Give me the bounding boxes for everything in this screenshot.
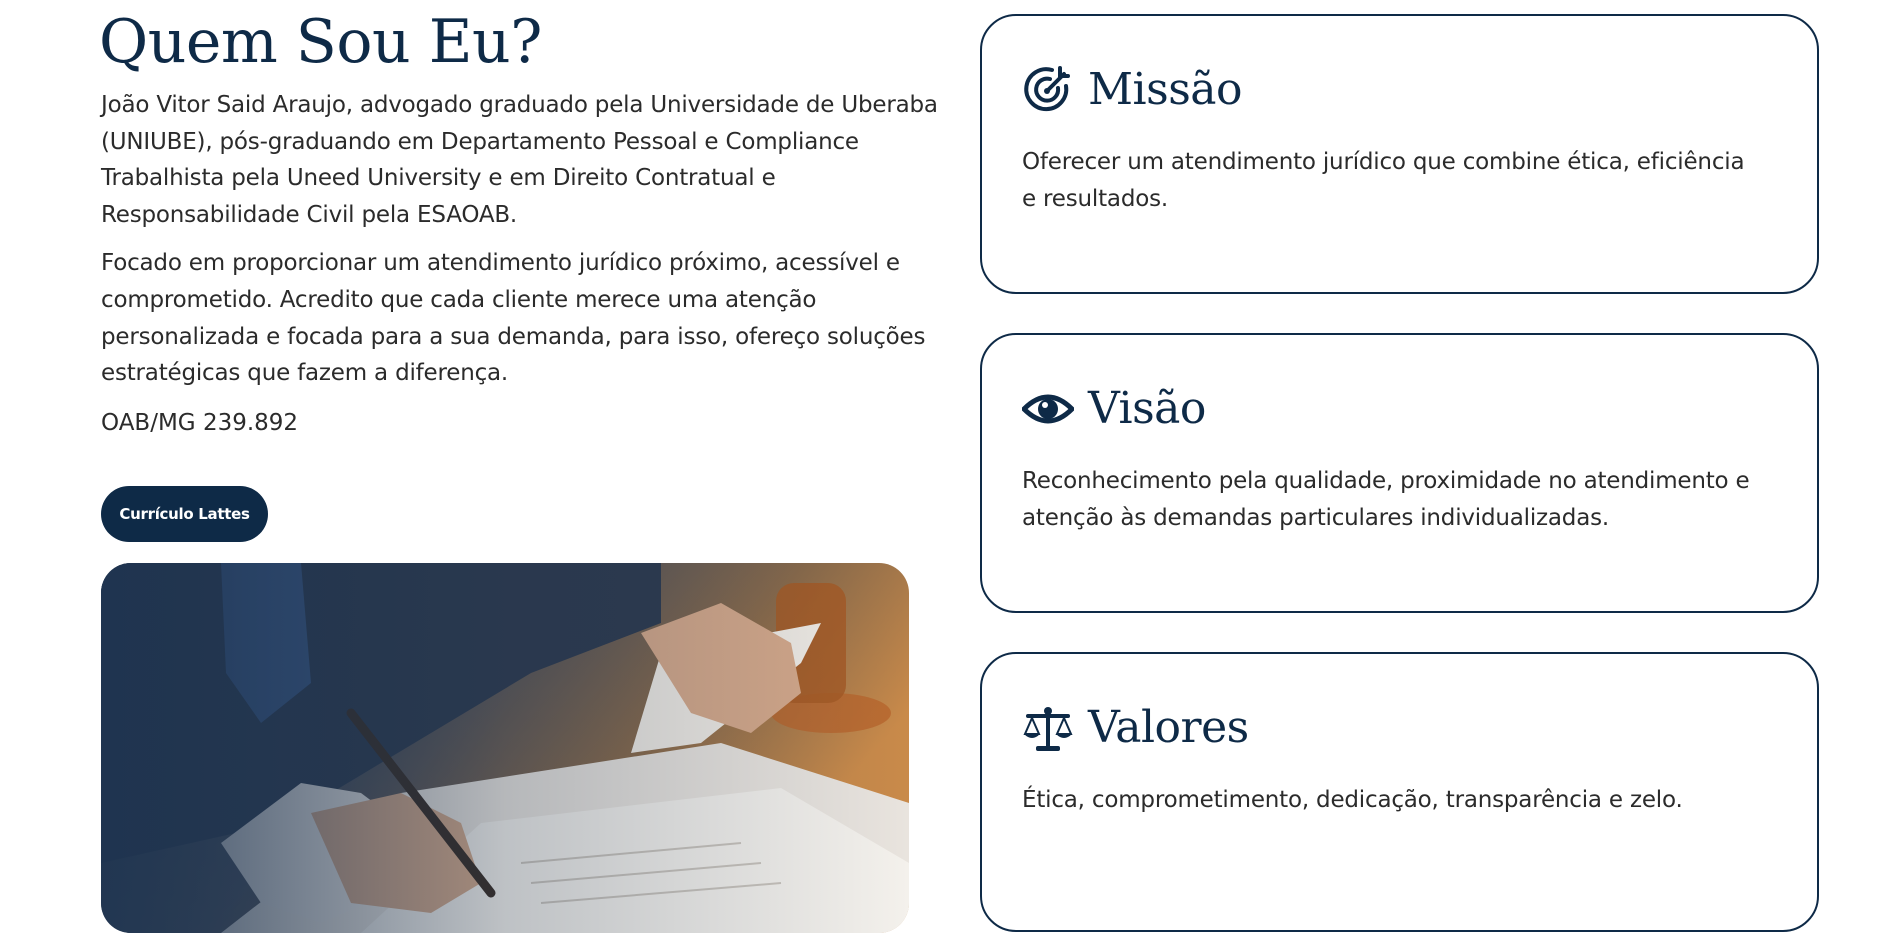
oab-registration: OAB/MG 239.892: [101, 409, 299, 436]
eye-icon: [1022, 383, 1074, 435]
values-card: Valores Ética, comprometimento, dedicaçã…: [980, 652, 1819, 932]
mission-title: Missão: [1088, 64, 1243, 115]
vision-title: Visão: [1088, 383, 1206, 434]
bio-paragraph-2: Focado em proporcionar um atendimento ju…: [101, 250, 926, 387]
target-icon: [1022, 64, 1074, 116]
vision-card: Visão Reconhecimento pela qualidade, pro…: [980, 333, 1819, 613]
mission-card-header: Missão: [1022, 64, 1243, 116]
vision-text: Reconhecimento pela qualidade, proximida…: [1022, 468, 1750, 531]
values-card-header: Valores: [1022, 702, 1249, 754]
section-title: Quem Sou Eu?: [99, 7, 542, 77]
vision-card-header: Visão: [1022, 383, 1206, 435]
values-text: Ética, comprometimento, dedicação, trans…: [1022, 787, 1683, 813]
mission-text: Oferecer um atendimento jurídico que com…: [1022, 149, 1745, 212]
about-section: Quem Sou Eu? João Vitor Said Araujo, adv…: [99, 0, 951, 542]
bio-paragraph-1: João Vitor Said Araujo, advogado graduad…: [101, 92, 938, 228]
curriculo-lattes-button[interactable]: Currículo Lattes: [101, 486, 268, 542]
scale-icon: [1022, 702, 1074, 754]
mission-card: Missão Oferecer um atendimento jurídico …: [980, 14, 1819, 294]
values-title: Valores: [1088, 702, 1249, 753]
lawyer-signing-document-image: [101, 563, 909, 933]
